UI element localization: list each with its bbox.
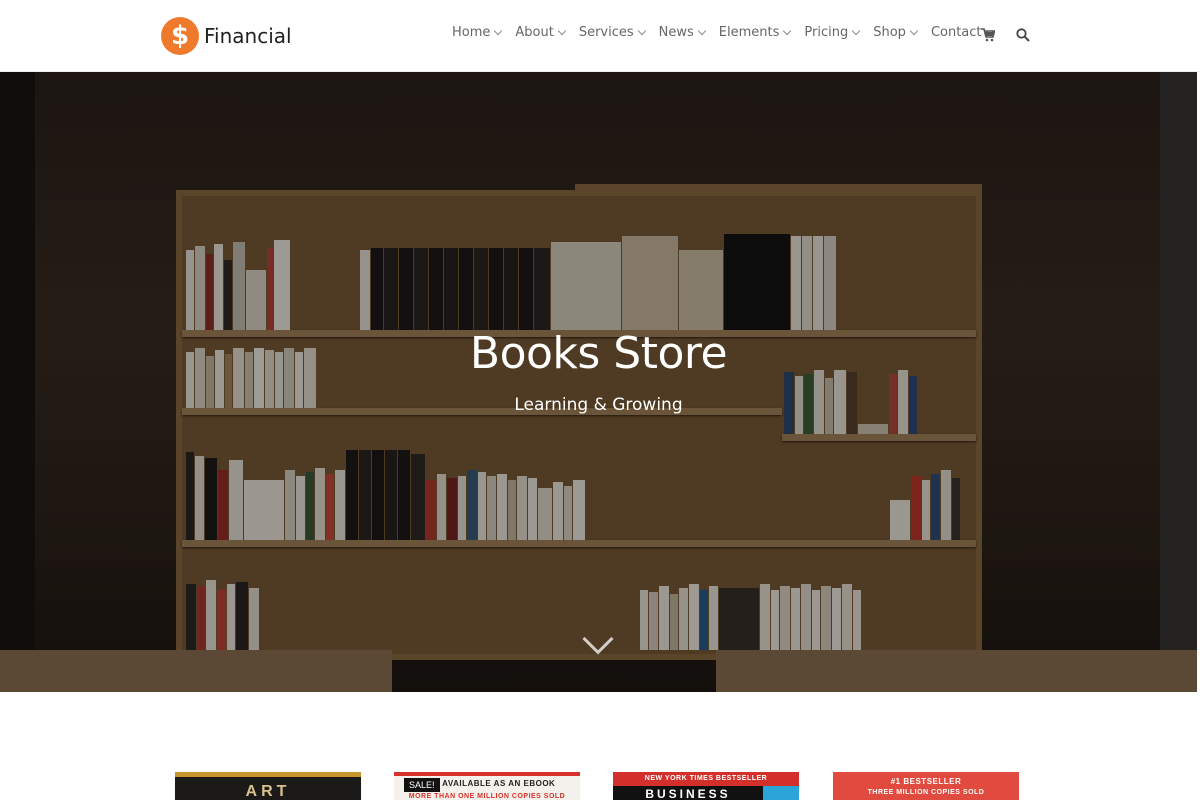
cover-subtext: THREE MILLION COPIES SOLD	[867, 789, 985, 796]
nav-item-elements[interactable]: Elements	[718, 25, 792, 40]
nav-label: News	[658, 25, 694, 40]
nav-label: Home	[452, 25, 491, 40]
hero-overlay	[0, 72, 1197, 692]
nav-label: Pricing	[804, 25, 849, 40]
nav-label: Services	[578, 25, 634, 40]
cover-subtext: MORE THAN ONE MILLION COPIES SOLD	[408, 793, 566, 800]
hero-subtitle: Learning & Growing	[514, 395, 683, 415]
hero-banner: Books Store Learning & Growing	[0, 72, 1197, 692]
cart-icon[interactable]	[981, 28, 995, 42]
chevron-down-icon	[697, 26, 707, 35]
chevron-down-icon	[851, 26, 861, 35]
nav-label: Shop	[873, 25, 906, 40]
products-section: ART NOW AVAILABLE AS AN EBOOK MORE THAN …	[0, 692, 1200, 800]
dollar-logo-icon: $	[161, 17, 199, 55]
product-cover[interactable]: NEW YORK TIMES BESTSELLER BUSINESS	[613, 772, 799, 800]
nav-label: Contact	[930, 25, 982, 40]
cover-subtext: BUSINESS	[645, 787, 731, 800]
nav-item-pricing[interactable]: Pricing	[804, 25, 861, 40]
cover-band	[763, 786, 799, 800]
product-cover[interactable]: #1 BESTSELLER THREE MILLION COPIES SOLD	[833, 772, 1019, 800]
site-header: $ Financial Home About Services News Ele…	[0, 0, 1200, 72]
nav-item-home[interactable]: Home	[452, 25, 503, 40]
nav-item-about[interactable]: About	[515, 25, 567, 40]
cover-text: ART	[245, 783, 291, 800]
product-cover[interactable]: ART	[175, 772, 361, 800]
hero-title: Books Store	[469, 328, 728, 379]
logo[interactable]: $ Financial	[161, 17, 292, 55]
nav-item-shop[interactable]: Shop	[873, 25, 919, 40]
cover-text: #1 BESTSELLER	[890, 777, 962, 786]
nav-item-services[interactable]: Services	[578, 25, 646, 40]
main-nav: Home About Services News Elements Pricin…	[452, 25, 1007, 40]
search-icon[interactable]	[1016, 28, 1030, 42]
chevron-down-icon	[637, 26, 646, 35]
nav-item-news[interactable]: News	[658, 25, 707, 40]
chevron-down-icon	[909, 26, 919, 35]
chevron-down-icon	[783, 26, 792, 35]
sale-badge: SALE!	[404, 778, 440, 792]
nav-label: About	[515, 25, 554, 40]
nav-label: Elements	[718, 25, 780, 40]
logo-text: Financial	[204, 24, 292, 48]
chevron-down-icon	[494, 26, 503, 35]
cover-text: NEW YORK TIMES BESTSELLER	[644, 775, 768, 782]
chevron-down-icon	[557, 26, 567, 35]
